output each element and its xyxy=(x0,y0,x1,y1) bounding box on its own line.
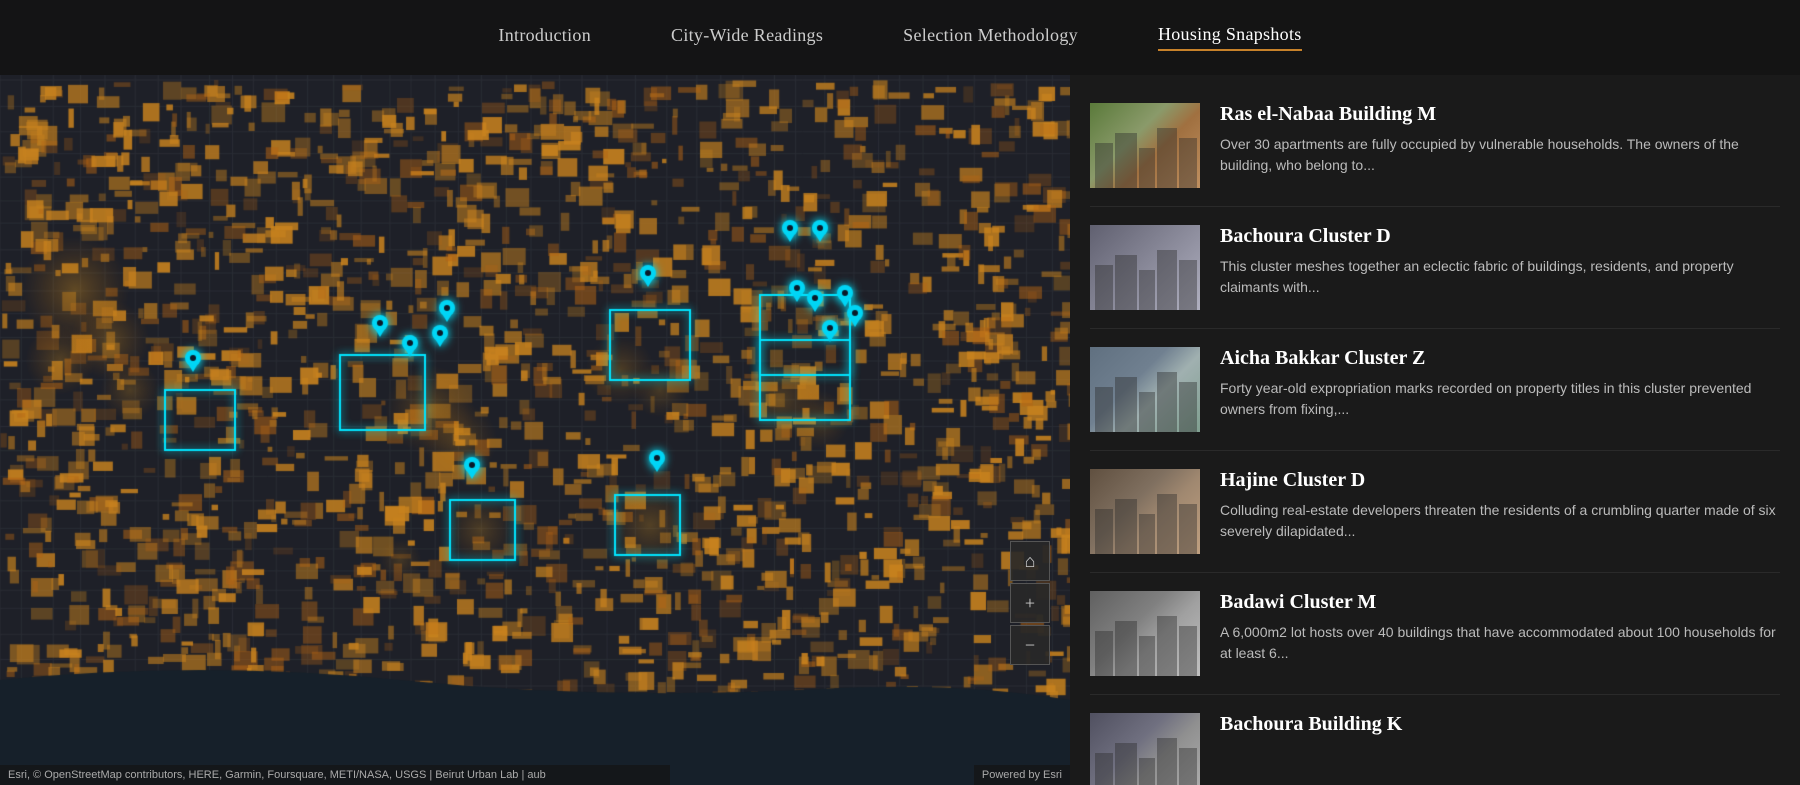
snapshot-item-4[interactable]: Badawi Cluster M A 6,000m2 lot hosts over… xyxy=(1090,573,1780,695)
nav-item-city-wide-readings[interactable]: City-Wide Readings xyxy=(671,25,823,50)
home-button[interactable]: ⌂ xyxy=(1010,541,1050,581)
snapshot-desc-0: Over 30 apartments are fully occupied by… xyxy=(1220,134,1780,176)
map-controls: ⌂ + − xyxy=(1010,541,1050,665)
map-canvas xyxy=(0,0,1070,785)
snapshot-item-3[interactable]: Hajine Cluster D Colluding real-estate de… xyxy=(1090,451,1780,573)
zoom-out-button[interactable]: − xyxy=(1010,625,1050,665)
nav-item-selection-methodology[interactable]: Selection Methodology xyxy=(903,25,1078,50)
snapshot-thumbnail-1 xyxy=(1090,225,1200,310)
housing-snapshots-sidebar: Ras el-Nabaa Building M Over 30 apartment… xyxy=(1070,75,1800,785)
snapshot-title-5: Bachoura Building K xyxy=(1220,713,1780,736)
map-container: ⌂ + − Esri, © OpenStreetMap contributors… xyxy=(0,0,1070,785)
nav-item-introduction[interactable]: Introduction xyxy=(498,25,591,50)
map-attribution: Esri, © OpenStreetMap contributors, HERE… xyxy=(0,765,670,785)
snapshot-title-2: Aicha Bakkar Cluster Z xyxy=(1220,347,1780,370)
snapshot-text-4: Badawi Cluster M A 6,000m2 lot hosts over… xyxy=(1220,591,1780,676)
snapshot-item-5[interactable]: Bachoura Building K xyxy=(1090,695,1780,785)
snapshot-desc-4: A 6,000m2 lot hosts over 40 buildings th… xyxy=(1220,622,1780,664)
snapshot-item-2[interactable]: Aicha Bakkar Cluster Z Forty year-old exp… xyxy=(1090,329,1780,451)
snapshot-title-0: Ras el-Nabaa Building M xyxy=(1220,103,1780,126)
snapshot-title-4: Badawi Cluster M xyxy=(1220,591,1780,614)
snapshot-text-3: Hajine Cluster D Colluding real-estate de… xyxy=(1220,469,1780,554)
snapshot-text-0: Ras el-Nabaa Building M Over 30 apartment… xyxy=(1220,103,1780,188)
snapshot-desc-2: Forty year-old expropriation marks recor… xyxy=(1220,378,1780,420)
zoom-in-button[interactable]: + xyxy=(1010,583,1050,623)
snapshot-thumbnail-4 xyxy=(1090,591,1200,676)
snapshot-thumbnail-5 xyxy=(1090,713,1200,785)
powered-by: Powered by Esri xyxy=(974,765,1070,785)
snapshot-desc-1: This cluster meshes together an eclectic… xyxy=(1220,256,1780,298)
snapshot-desc-3: Colluding real-estate developers threate… xyxy=(1220,500,1780,542)
snapshot-title-1: Bachoura Cluster D xyxy=(1220,225,1780,248)
main-nav: Introduction City-Wide Readings Selection … xyxy=(0,0,1800,75)
snapshot-text-1: Bachoura Cluster D This cluster meshes to… xyxy=(1220,225,1780,310)
snapshot-item-1[interactable]: Bachoura Cluster D This cluster meshes to… xyxy=(1090,207,1780,329)
snapshot-text-5: Bachoura Building K xyxy=(1220,713,1780,785)
snapshot-item-0[interactable]: Ras el-Nabaa Building M Over 30 apartment… xyxy=(1090,85,1780,207)
snapshot-text-2: Aicha Bakkar Cluster Z Forty year-old exp… xyxy=(1220,347,1780,432)
snapshot-title-3: Hajine Cluster D xyxy=(1220,469,1780,492)
snapshot-thumbnail-0 xyxy=(1090,103,1200,188)
nav-item-housing-snapshots[interactable]: Housing Snapshots xyxy=(1158,24,1302,51)
snapshot-thumbnail-3 xyxy=(1090,469,1200,554)
snapshot-thumbnail-2 xyxy=(1090,347,1200,432)
